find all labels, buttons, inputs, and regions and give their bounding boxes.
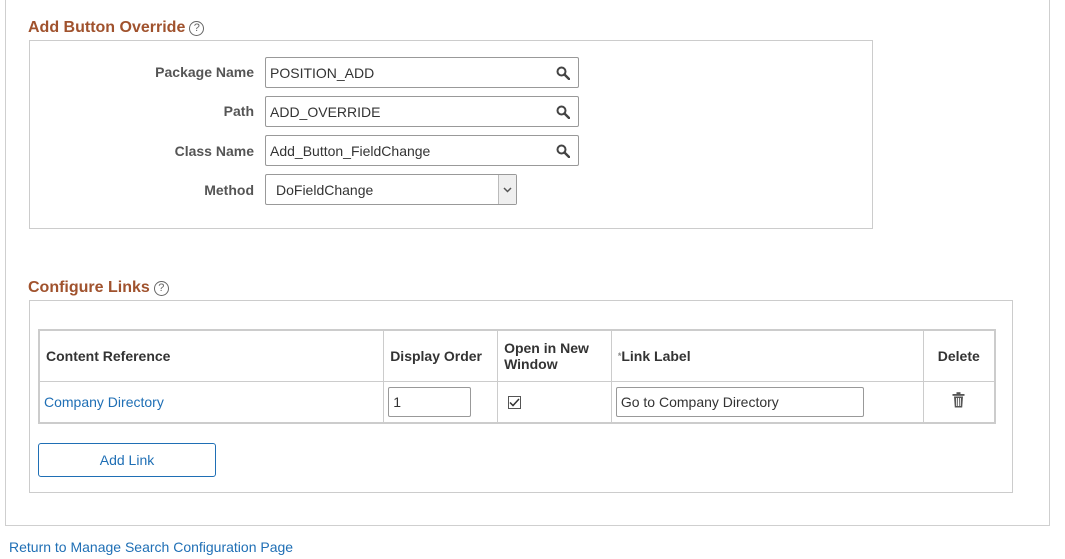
column-header-open-in-new-window: Open in New Window — [497, 329, 612, 382]
checkmark-icon — [509, 398, 520, 407]
add-button-override-heading: Add Button Override — [28, 19, 186, 36]
column-header-display-order: Display Order — [383, 329, 499, 382]
open-in-new-window-cell — [497, 380, 612, 424]
package-name-label: Package Name — [155, 64, 254, 80]
column-header-delete: Delete — [922, 329, 996, 382]
column-header-content-reference: Content Reference — [38, 329, 385, 382]
path-label: Path — [223, 103, 254, 119]
method-selected-value: DoFieldChange — [276, 181, 374, 198]
links-grid: Content Reference Display Order Open in … — [38, 329, 996, 424]
class-name-input[interactable] — [266, 142, 548, 159]
links-grid-header-row: Content Reference Display Order Open in … — [38, 329, 996, 382]
add-button-override-title: Add Button Override ? — [28, 19, 205, 37]
search-icon[interactable] — [548, 97, 578, 126]
content-reference-link[interactable]: Company Directory — [44, 394, 164, 410]
method-select[interactable]: DoFieldChange — [265, 174, 517, 205]
table-row: Company Directory — [38, 380, 996, 424]
help-icon[interactable]: ? — [153, 280, 169, 296]
class-name-field[interactable] — [265, 135, 579, 166]
method-label: Method — [204, 182, 254, 198]
configure-links-heading: Configure Links — [28, 279, 150, 296]
display-order-cell — [383, 380, 499, 424]
path-input[interactable] — [266, 103, 548, 120]
link-label-header-text: Link Label — [621, 347, 691, 364]
content-reference-cell: Company Directory — [38, 380, 385, 424]
display-order-input[interactable] — [388, 386, 472, 417]
chevron-down-icon[interactable] — [498, 175, 516, 204]
help-icon[interactable]: ? — [189, 20, 205, 36]
path-field[interactable] — [265, 96, 579, 127]
search-icon[interactable] — [548, 136, 578, 165]
column-header-link-label: *Link Label — [610, 329, 924, 382]
configure-links-title: Configure Links ? — [28, 279, 169, 297]
class-name-label: Class Name — [174, 143, 254, 159]
package-name-input[interactable] — [266, 64, 548, 81]
link-label-cell — [610, 380, 924, 424]
delete-cell — [922, 380, 996, 424]
link-label-input[interactable] — [615, 386, 864, 417]
search-icon[interactable] — [548, 58, 578, 87]
open-in-new-window-checkbox[interactable] — [508, 395, 522, 409]
package-name-field[interactable] — [265, 57, 579, 88]
add-link-button[interactable]: Add Link — [38, 443, 216, 477]
return-to-manage-search-configuration-link[interactable]: Return to Manage Search Configuration Pa… — [9, 539, 293, 555]
trash-icon[interactable] — [952, 392, 965, 411]
